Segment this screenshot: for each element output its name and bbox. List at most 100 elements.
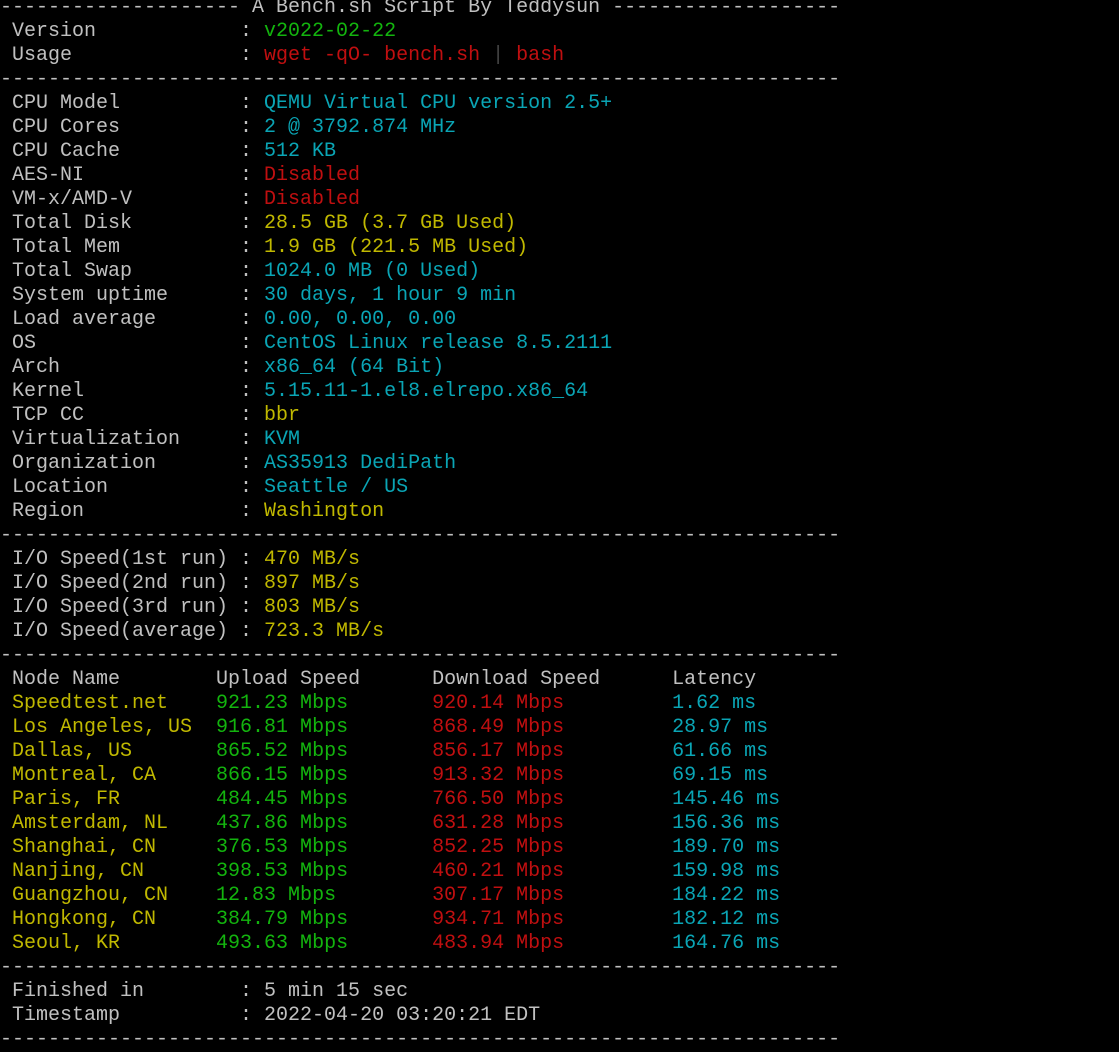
- script-title: A Bench.sh Script By Teddysun: [252, 0, 601, 19]
- upload-speed: 866.15 Mbps: [216, 764, 433, 787]
- info-row: CPU Model : QEMU Virtual CPU version 2.5…: [0, 92, 840, 116]
- info-row: I/O Speed(2nd run) : 897 MB/s: [0, 572, 840, 596]
- node-name: Speedtest.net: [0, 692, 217, 715]
- node-name: Nanjing, CN: [0, 860, 217, 883]
- info-row: Kernel : 5.15.11-1.el8.elrepo.x86_64: [0, 380, 840, 404]
- node-name: Montreal, CA: [0, 764, 217, 787]
- latency: 61.66 ms: [672, 740, 817, 763]
- info-label: Arch :: [0, 356, 265, 379]
- info-value: 803 MB/s: [264, 596, 361, 619]
- speed-row: Seoul, KR 493.63 Mbps 483.94 Mbps 164.76…: [0, 932, 840, 956]
- info-value: 5.15.11-1.el8.elrepo.x86_64: [264, 380, 589, 403]
- info-value: v2022-02-22: [264, 20, 397, 43]
- info-label: Total Disk :: [0, 212, 265, 235]
- info-row: Finished in : 5 min 15 sec: [0, 980, 840, 1004]
- info-row: CPU Cache : 512 KB: [0, 140, 840, 164]
- download-speed: 307.17 Mbps: [432, 884, 673, 907]
- speed-row: Paris, FR 484.45 Mbps 766.50 Mbps 145.46…: [0, 788, 840, 812]
- info-value: x86_64 (64 Bit): [264, 356, 445, 379]
- info-row: System uptime : 30 days, 1 hour 9 min: [0, 284, 840, 308]
- info-row: Usage : wget -qO- bench.sh | bash: [0, 44, 840, 68]
- separator: ----------------------------------------…: [0, 524, 841, 547]
- info-row: I/O Speed(1st run) : 470 MB/s: [0, 548, 840, 572]
- upload-speed: 437.86 Mbps: [216, 812, 433, 835]
- info-label: Timestamp :: [0, 1004, 265, 1027]
- info-value: bbr: [264, 404, 301, 427]
- speed-row: Hongkong, CN 384.79 Mbps 934.71 Mbps 182…: [0, 908, 840, 932]
- latency: 145.46 ms: [672, 788, 817, 811]
- info-value: 0.00, 0.00, 0.00: [264, 308, 457, 331]
- info-row: Total Mem : 1.9 GB (221.5 MB Used): [0, 236, 840, 260]
- node-name: Shanghai, CN: [0, 836, 217, 859]
- info-label: Virtualization :: [0, 428, 265, 451]
- latency: 184.22 ms: [672, 884, 817, 907]
- latency: 189.70 ms: [672, 836, 817, 859]
- info-row: Version : v2022-02-22: [0, 20, 840, 44]
- download-speed: 913.32 Mbps: [432, 764, 673, 787]
- node-name: Guangzhou, CN: [0, 884, 217, 907]
- upload-speed: 484.45 Mbps: [216, 788, 433, 811]
- info-row: Timestamp : 2022-04-20 03:20:21 EDT: [0, 1004, 840, 1028]
- info-label: CPU Model :: [0, 92, 265, 115]
- info-value: 30 days, 1 hour 9 min: [264, 284, 517, 307]
- info-row: OS : CentOS Linux release 8.5.2111: [0, 332, 840, 356]
- info-value: AS35913 DediPath: [264, 452, 457, 475]
- download-speed: 460.21 Mbps: [432, 860, 673, 883]
- info-value: Disabled: [264, 164, 361, 187]
- info-label: Organization :: [0, 452, 265, 475]
- info-label: Load average :: [0, 308, 265, 331]
- info-row: Total Disk : 28.5 GB (3.7 GB Used): [0, 212, 840, 236]
- download-speed: 934.71 Mbps: [432, 908, 673, 931]
- info-row: Location : Seattle / US: [0, 476, 840, 500]
- speed-row: Amsterdam, NL 437.86 Mbps 631.28 Mbps 15…: [0, 812, 840, 836]
- download-speed: 852.25 Mbps: [432, 836, 673, 859]
- info-row: Total Swap : 1024.0 MB (0 Used): [0, 260, 840, 284]
- separator: ----------------------------------------…: [0, 956, 841, 979]
- info-label: Finished in :: [0, 980, 265, 1003]
- node-name: Hongkong, CN: [0, 908, 217, 931]
- speed-header-row: Node Name Upload Speed Download Speed La…: [0, 668, 840, 692]
- info-value: QEMU Virtual CPU version 2.5+: [264, 92, 613, 115]
- info-label: Total Mem :: [0, 236, 265, 259]
- upload-speed: 493.63 Mbps: [216, 932, 433, 955]
- info-label: CPU Cores :: [0, 116, 265, 139]
- speed-row: Nanjing, CN 398.53 Mbps 460.21 Mbps 159.…: [0, 860, 840, 884]
- upload-speed: 384.79 Mbps: [216, 908, 433, 931]
- latency: 164.76 ms: [672, 932, 817, 955]
- info-row: CPU Cores : 2 @ 3792.874 MHz: [0, 116, 840, 140]
- info-label: OS :: [0, 332, 265, 355]
- info-value: CentOS Linux release 8.5.2111: [264, 332, 613, 355]
- speed-row: Guangzhou, CN 12.83 Mbps 307.17 Mbps 184…: [0, 884, 840, 908]
- info-label: Location :: [0, 476, 265, 499]
- info-row: AES-NI : Disabled: [0, 164, 840, 188]
- latency: 159.98 ms: [672, 860, 817, 883]
- pipe-char: |: [492, 44, 505, 67]
- speed-row: Speedtest.net 921.23 Mbps 920.14 Mbps 1.…: [0, 692, 840, 716]
- info-value: 28.5 GB (3.7 GB Used): [264, 212, 517, 235]
- info-value: 1024.0 MB (0 Used): [264, 260, 481, 283]
- upload-speed: 398.53 Mbps: [216, 860, 433, 883]
- speed-row: Dallas, US 865.52 Mbps 856.17 Mbps 61.66…: [0, 740, 840, 764]
- info-value: 2022-04-20 03:20:21 EDT: [264, 1004, 541, 1027]
- node-name: Paris, FR: [0, 788, 217, 811]
- info-label: TCP CC :: [0, 404, 265, 427]
- info-row: I/O Speed(3rd run) : 803 MB/s: [0, 596, 840, 620]
- upload-speed: 12.83 Mbps: [216, 884, 433, 907]
- upload-speed: 921.23 Mbps: [216, 692, 433, 715]
- info-value: Disabled: [264, 188, 361, 211]
- latency: 1.62 ms: [672, 692, 817, 715]
- info-value: 470 MB/s: [264, 548, 361, 571]
- column-header: Upload Speed: [216, 668, 433, 691]
- info-label: Kernel :: [0, 380, 265, 403]
- info-row: Virtualization : KVM: [0, 428, 840, 452]
- info-row: TCP CC : bbr: [0, 404, 840, 428]
- column-header: Latency: [672, 668, 817, 691]
- info-label: Version :: [0, 20, 265, 43]
- info-label: I/O Speed(2nd run) :: [0, 572, 265, 595]
- info-label: Region :: [0, 500, 265, 523]
- info-row: Arch : x86_64 (64 Bit): [0, 356, 840, 380]
- column-header: Download Speed: [432, 668, 673, 691]
- terminal-output[interactable]: -------------------- A Bench.sh Script B…: [0, 0, 840, 1052]
- info-label: Usage :: [0, 44, 265, 67]
- download-speed: 856.17 Mbps: [432, 740, 673, 763]
